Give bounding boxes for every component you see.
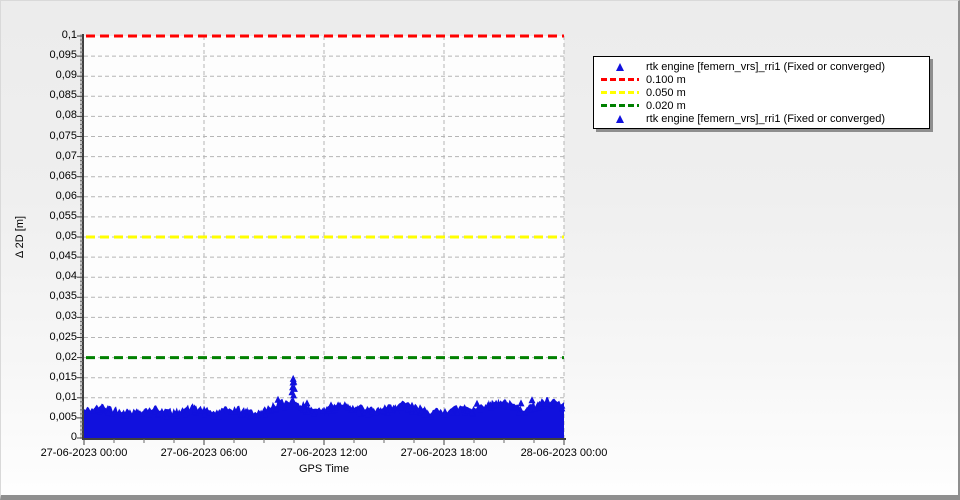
y-tick-label: 0,01 xyxy=(55,390,77,403)
legend-entry: 0.020 m xyxy=(594,99,929,112)
legend-label: rtk engine [femern_vrs]_rri1 (Fixed or c… xyxy=(646,112,886,125)
legend-entry: rtk engine [femern_vrs]_rri1 (Fixed or c… xyxy=(594,60,929,73)
x-tick-label: 27-06-2023 12:00 xyxy=(280,447,368,459)
legend-label: rtk engine [femern_vrs]_rri1 (Fixed or c… xyxy=(646,60,886,73)
legend-label: 0.100 m xyxy=(646,73,686,86)
legend-marker-dash xyxy=(594,104,646,107)
legend-entry: rtk engine [femern_vrs]_rri1 (Fixed or c… xyxy=(594,112,929,125)
y-axis-title: Δ 2D [m] xyxy=(14,215,26,259)
dashed-line-marker-icon xyxy=(601,104,639,107)
triangle-marker-icon xyxy=(616,62,624,71)
legend-marker-triangle xyxy=(594,114,646,123)
dashed-line-marker-icon xyxy=(601,91,639,94)
legend-label: 0.050 m xyxy=(646,86,686,99)
x-tick-label: 27-06-2023 00:00 xyxy=(40,447,128,459)
legend-marker-triangle xyxy=(594,62,646,71)
y-tick-label: 0,015 xyxy=(49,370,77,383)
legend-label: 0.020 m xyxy=(646,99,686,112)
x-tick-label: 27-06-2023 06:00 xyxy=(160,447,248,459)
y-tick-label: 0,085 xyxy=(49,89,77,102)
x-tick-label: 27-06-2023 18:00 xyxy=(400,447,488,459)
x-axis-title: GPS Time xyxy=(298,463,350,475)
y-tick-label: 0,1 xyxy=(61,29,77,41)
y-tick-label: 0,09 xyxy=(55,69,77,82)
legend-entry: 0.050 m xyxy=(594,86,929,99)
y-tick-label: 0,095 xyxy=(49,49,77,62)
legend-marker-dash xyxy=(594,78,646,81)
chart-window: 0 0,005 0,01 0,015 0,02 0,025 0,03 0,035 0,04 0,0… xyxy=(0,0,960,500)
triangle-marker-icon xyxy=(616,114,624,123)
legend: rtk engine [femern_vrs]_rri1 (Fixed or c… xyxy=(593,56,930,129)
legend-marker-dash xyxy=(594,91,646,94)
x-tick-label: 28-06-2023 00:00 xyxy=(520,447,608,459)
y-tick-label: 0,005 xyxy=(49,410,77,423)
y-tick-label: 0,02 xyxy=(55,350,77,363)
dashed-line-marker-icon xyxy=(601,78,639,81)
legend-entry: 0.100 m xyxy=(594,73,929,86)
y-tick-label: 0 xyxy=(70,431,77,443)
y-tick-label: 0,08 xyxy=(55,109,77,122)
